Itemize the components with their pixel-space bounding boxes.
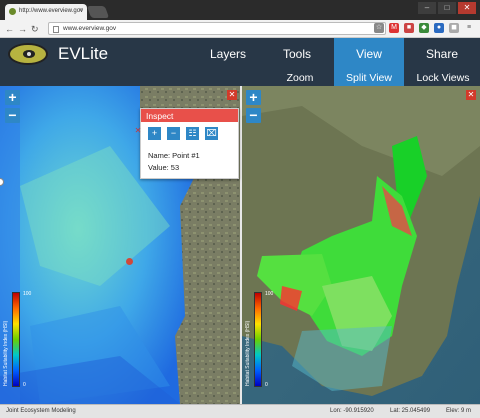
status-bar: Joint Ecosystem Modeling Lon: -90.915920…: [0, 404, 480, 418]
tab-close-icon[interactable]: ×: [79, 7, 83, 14]
submenu-lock-views[interactable]: Lock Views: [406, 70, 480, 86]
inspect-toolbar: + − ☷ ⌧: [148, 127, 218, 140]
app-header: EVLite Layers Tools View Share: [0, 38, 480, 70]
left-zoom-out-button[interactable]: −: [5, 108, 20, 123]
maximize-button[interactable]: □: [438, 2, 456, 14]
menu-icon[interactable]: ≡: [464, 23, 474, 33]
right-map-pane[interactable]: + − ✕ 100 0 Habitat Suitability Index (H…: [242, 86, 480, 404]
right-legend-title: Habitat Suitability Index (HSI): [245, 320, 251, 386]
extension-blue-icon[interactable]: ●: [434, 23, 444, 33]
latitude-readout: Lat: 25.045499: [390, 408, 431, 414]
view-submenu: Zoom Split View Lock Views: [0, 70, 480, 86]
new-tab-button[interactable]: [86, 6, 110, 18]
gmail-icon[interactable]: M: [389, 23, 399, 33]
bookmark-star-icon[interactable]: ☆: [374, 23, 384, 33]
reload-icon[interactable]: ↻: [31, 23, 39, 35]
inspect-list-icon[interactable]: ☷: [186, 127, 199, 140]
inspect-close-icon[interactable]: ✕: [133, 126, 143, 136]
eye-icon: [23, 50, 35, 58]
page-icon: [53, 26, 59, 33]
right-hsi-map: [242, 86, 480, 404]
inspect-remove-icon[interactable]: −: [167, 127, 180, 140]
submenu-zoom[interactable]: Zoom: [270, 70, 330, 86]
right-zoom-in-button[interactable]: +: [246, 90, 261, 105]
menu-view[interactable]: View: [334, 38, 404, 70]
longitude-readout: Lon: -90.915920: [330, 408, 374, 414]
left-legend-max: 100: [23, 291, 32, 297]
submenu-split-view[interactable]: Split View: [334, 70, 404, 86]
right-legend-colorbar: [254, 292, 262, 387]
right-zoom-out-button[interactable]: −: [246, 108, 261, 123]
window-close-button[interactable]: ✕: [458, 2, 476, 14]
menu-layers[interactable]: Layers: [196, 38, 260, 70]
window-controls: – □ ✕: [418, 2, 476, 14]
browser-window: http://www.everview.gov × – □ ✕ ← → ↻ ww…: [0, 0, 480, 418]
elevation-readout: Elev: 9 m: [446, 408, 472, 414]
right-legend-min: 0: [265, 382, 268, 388]
left-zoom-in-button[interactable]: +: [5, 90, 20, 105]
favicon-icon: [9, 8, 16, 15]
url-text: www.everview.gov: [63, 25, 117, 32]
tab-strip: http://www.everview.gov × – □ ✕: [0, 0, 480, 20]
left-map-close-button[interactable]: ✕: [227, 90, 237, 100]
left-legend-title: Habitat Suitability Index (HSI): [3, 320, 9, 386]
left-legend-min: 0: [23, 382, 26, 388]
browser-toolbar: ← → ↻ www.everview.gov ☆ M ■ ◆ ● ◼ ≡: [0, 20, 480, 38]
inspect-point-marker[interactable]: [126, 258, 133, 265]
tab-title: http://www.everview.gov: [19, 8, 84, 14]
minimize-button[interactable]: –: [418, 2, 436, 14]
left-legend-colorbar: [12, 292, 20, 387]
menu-share[interactable]: Share: [404, 38, 480, 70]
extension-gray-icon[interactable]: ◼: [449, 23, 459, 33]
back-icon[interactable]: ←: [5, 23, 14, 35]
extension-icons: ☆ M ■ ◆ ● ◼ ≡: [374, 23, 474, 33]
inspect-clear-icon[interactable]: ⌧: [205, 127, 218, 140]
app-title: EVLite: [58, 44, 109, 63]
menu-tools[interactable]: Tools: [264, 38, 330, 70]
address-bar[interactable]: www.everview.gov: [48, 22, 386, 35]
extension-green-icon[interactable]: ◆: [419, 23, 429, 33]
inspect-title: Inspect: [141, 109, 238, 122]
inspect-value: Value: 53: [148, 163, 180, 172]
extension-red-icon[interactable]: ■: [404, 23, 414, 33]
credit-text: Joint Ecosystem Modeling: [6, 408, 76, 414]
inspect-name: Name: Point #1: [148, 151, 200, 160]
inspect-add-icon[interactable]: +: [148, 127, 161, 140]
everview-logo: [8, 43, 48, 65]
forward-icon[interactable]: →: [18, 23, 27, 35]
right-legend-max: 100: [265, 291, 274, 297]
browser-tab[interactable]: http://www.everview.gov ×: [5, 4, 87, 20]
right-map-close-button[interactable]: ✕: [466, 90, 476, 100]
